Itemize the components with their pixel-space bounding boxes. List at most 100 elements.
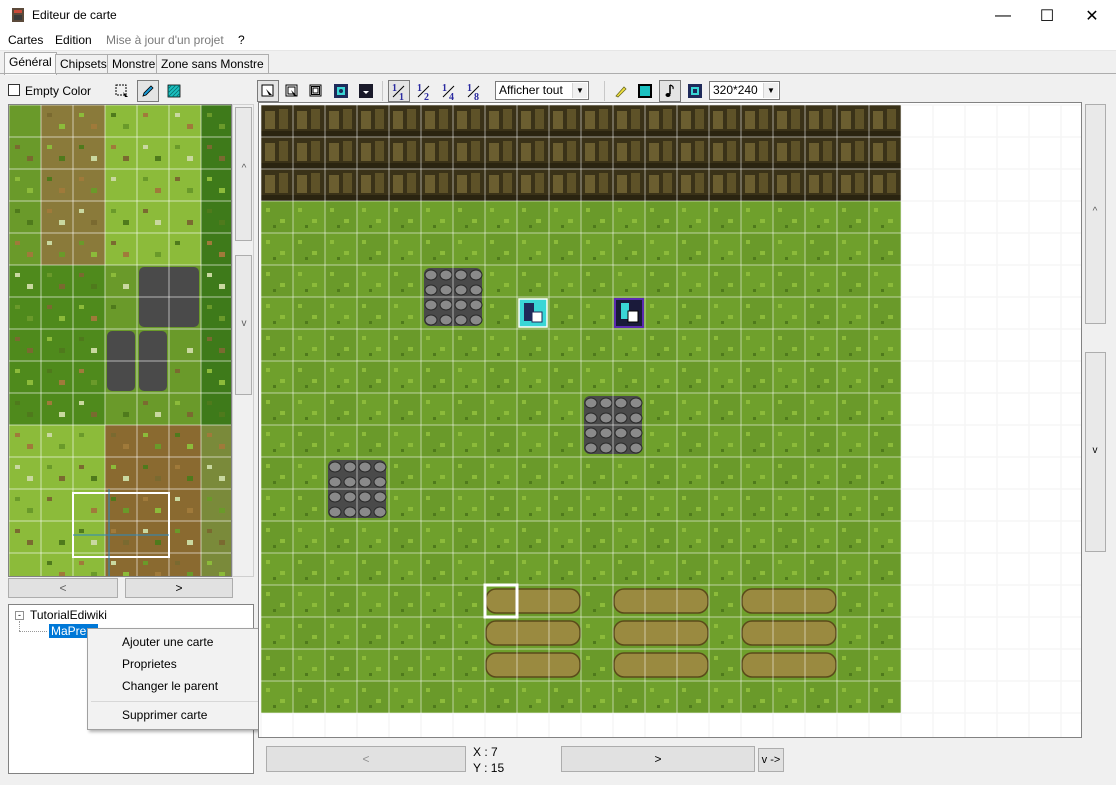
- chipset-scroll-thumb-top[interactable]: [235, 107, 252, 241]
- grass-tile: [549, 489, 581, 521]
- event-layer-button[interactable]: [330, 80, 352, 102]
- map-scroll-left-button[interactable]: <: [266, 746, 466, 772]
- grass-tile: [325, 393, 357, 425]
- grass-tile: [261, 681, 293, 713]
- grass-tile: [837, 201, 869, 233]
- grass-tile: [517, 265, 549, 297]
- tab-monstre[interactable]: Monstre: [107, 54, 161, 74]
- chipset-scroll-left[interactable]: <: [8, 578, 118, 598]
- grass-tile: [581, 681, 613, 713]
- chipset-tile: [105, 265, 137, 297]
- display-mode-select[interactable]: Afficher tout ▼: [495, 81, 589, 100]
- fill-tool[interactable]: [163, 80, 185, 102]
- map-scroll-down[interactable]: v: [1089, 445, 1101, 456]
- grass-tile: [581, 265, 613, 297]
- maximize-button[interactable]: ☐: [1024, 0, 1070, 31]
- grass-tile: [837, 521, 869, 553]
- chipset-tile: [73, 233, 105, 265]
- zoom-1-8-button[interactable]: 1 8: [463, 80, 485, 102]
- goto-button[interactable]: v ->: [758, 748, 784, 772]
- tree-root-item[interactable]: TutorialEdiwiki: [30, 608, 107, 622]
- grass-tile: [741, 521, 773, 553]
- zoom-1-1-button[interactable]: 1 1: [388, 80, 410, 102]
- chipset-scroll-right[interactable]: >: [125, 578, 233, 598]
- grass-tile: [805, 553, 837, 585]
- menu-cartes[interactable]: Cartes: [8, 33, 43, 47]
- ctx-proprietes[interactable]: Proprietes: [122, 657, 177, 671]
- grass-tile: [421, 393, 453, 425]
- grass-tile: [677, 521, 709, 553]
- chipset-tile: [41, 105, 73, 137]
- chipset-vertical-scrollbar[interactable]: ^ v: [232, 104, 254, 577]
- grass-tile: [261, 297, 293, 329]
- grass-tile: [421, 361, 453, 393]
- layer-2-button[interactable]: [281, 80, 303, 102]
- map-vertical-scrollbar[interactable]: ^ v: [1083, 102, 1108, 738]
- grass-tile: [485, 425, 517, 457]
- menu-help[interactable]: ?: [238, 33, 245, 47]
- chipset-tile: [105, 297, 137, 329]
- map-canvas[interactable]: [258, 102, 1082, 738]
- map-navigation-bar: < X : 7 Y : 15 > v ->: [258, 742, 1108, 776]
- layer-3-button[interactable]: [305, 80, 327, 102]
- resolution-value: 320*240: [713, 83, 758, 97]
- grass-tile: [581, 649, 613, 681]
- chipset-tile: [105, 425, 137, 457]
- pencil-tool[interactable]: [137, 80, 159, 102]
- chipset-scroll-down[interactable]: v: [238, 318, 250, 329]
- grass-tile: [485, 233, 517, 265]
- grass-tile: [869, 585, 901, 617]
- grass-tile: [709, 489, 741, 521]
- tree-collapse-icon[interactable]: -: [15, 611, 24, 620]
- zoom-1-1-icon: 1 1: [392, 83, 405, 101]
- map-scroll-right-button[interactable]: >: [561, 746, 755, 772]
- grass-tile: [581, 329, 613, 361]
- layer-1-button[interactable]: [257, 80, 279, 102]
- map-tiles[interactable]: [259, 103, 1082, 738]
- grass-tile: [293, 393, 325, 425]
- grass-tile: [645, 361, 677, 393]
- map-scroll-up[interactable]: ^: [1089, 206, 1101, 217]
- chipset-palette[interactable]: [8, 104, 232, 577]
- grass-tile: [837, 393, 869, 425]
- grass-tile: [741, 393, 773, 425]
- grass-tile: [421, 617, 453, 649]
- svg-text:4: 4: [449, 92, 454, 101]
- ctx-ajouter-une-carte[interactable]: Ajouter une carte: [122, 635, 213, 649]
- event-menu-button[interactable]: [355, 80, 377, 102]
- toolbar-separator: [382, 81, 383, 101]
- grass-tile: [325, 265, 357, 297]
- marker-button[interactable]: [610, 80, 632, 102]
- menu-edition[interactable]: Edition: [55, 33, 92, 47]
- music-button[interactable]: [659, 80, 681, 102]
- zoom-1-4-button[interactable]: 1 4: [438, 80, 460, 102]
- grass-tile: [485, 681, 517, 713]
- minimize-button[interactable]: —: [980, 0, 1026, 31]
- hay-bale: [613, 620, 709, 646]
- grass-tile: [485, 393, 517, 425]
- chipset-tile: [137, 457, 169, 489]
- tab-chipsets[interactable]: Chipsets: [55, 54, 112, 74]
- menu-mise-a-jour[interactable]: Mise à jour d'un projet: [106, 33, 224, 47]
- ctx-supprimer-carte[interactable]: Supprimer carte: [122, 708, 207, 722]
- grass-tile: [453, 489, 485, 521]
- tab-general[interactable]: Général: [4, 52, 57, 75]
- square-button[interactable]: [634, 80, 656, 102]
- ctx-changer-le-parent[interactable]: Changer le parent: [122, 679, 218, 693]
- grass-tile: [453, 361, 485, 393]
- grass-tile: [549, 393, 581, 425]
- grass-tile: [357, 361, 389, 393]
- zoom-1-2-button[interactable]: 1 2: [413, 80, 435, 102]
- resolution-select[interactable]: 320*240 ▼: [709, 81, 780, 100]
- tab-zone-sans-monstre[interactable]: Zone sans Monstre: [156, 54, 269, 74]
- chipset-tiles[interactable]: [9, 105, 232, 577]
- chipset-tile: [41, 521, 73, 553]
- grass-tile: [485, 457, 517, 489]
- empty-color-checkbox[interactable]: [8, 84, 20, 96]
- select-rect-tool[interactable]: [111, 80, 133, 102]
- close-button[interactable]: ✕: [1069, 0, 1115, 31]
- chipset-scroll-up[interactable]: ^: [238, 163, 250, 174]
- chipset-tile: [73, 297, 105, 329]
- teleport-button[interactable]: [684, 80, 706, 102]
- tree-line: [19, 621, 20, 631]
